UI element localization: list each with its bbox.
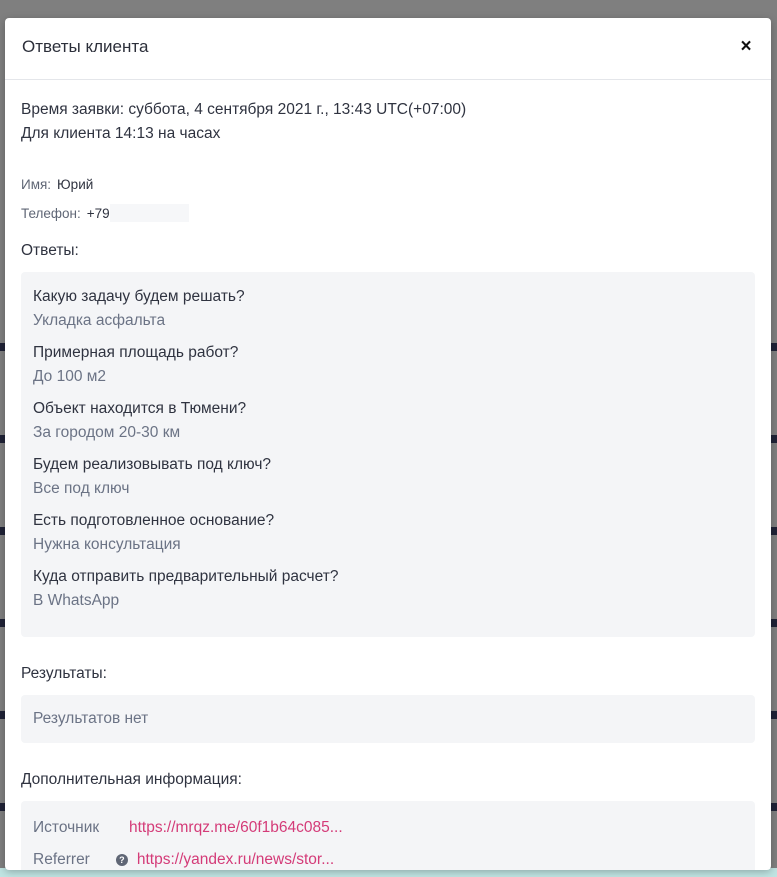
extra-info-panel: Источник https://mrqz.me/60f1b64c085... … [21,801,755,870]
answers-panel: Какую задачу будем решать? Укладка асфал… [21,272,755,637]
question-text: Какую задачу будем решать? [33,288,245,305]
help-circle-icon[interactable]: ? [115,854,128,866]
answer-text: В WhatsApp [33,592,120,609]
referrer-link[interactable]: https://yandex.ru/news/stor... [137,851,334,869]
modal-header: Ответы клиента × [5,18,771,80]
phone-label: Телефон: [21,206,81,221]
answers-title: Ответы: [21,242,79,259]
answer-item: Есть подготовленное основание? Нужна кон… [33,509,743,557]
name-value: Юрий [57,177,94,192]
answer-text: Нужна консультация [33,536,181,553]
question-text: Будем реализовывать под ключ? [33,456,272,473]
client-local-time: Для клиента 14:13 на часах [21,125,221,142]
phone-hidden-part [109,204,189,223]
question-text: Есть подготовленное основание? [33,512,275,529]
background-decoration [771,803,777,811]
extra-info-title: Дополнительная информация: [21,771,242,788]
background-decoration [771,527,777,535]
answer-text: Все под ключ [33,480,130,497]
modal-body: Время заявки: суббота, 4 сентября 2021 г… [5,80,771,870]
request-time: Время заявки: суббота, 4 сентября 2021 г… [21,101,467,118]
referrer-row: Referrer ? https://yandex.ru/news/stor..… [33,844,743,870]
source-label: Источник [33,819,100,836]
answer-item: Примерная площадь работ? До 100 м2 [33,341,743,389]
question-text: Примерная площадь работ? [33,344,239,361]
source-row: Источник https://mrqz.me/60f1b64c085... [33,812,743,844]
contact-name-row: Имя: Юрий [21,170,755,199]
question-text: Куда отправить предварительный расчет? [33,568,339,585]
referrer-label: Referrer [33,851,90,868]
answer-text: За городом 20-30 км [33,424,181,441]
background-decoration [771,619,777,627]
source-link[interactable]: https://mrqz.me/60f1b64c085... [129,819,343,837]
background-decoration [771,343,777,351]
answer-item: Объект находится в Тюмени? За городом 20… [33,397,743,445]
question-text: Объект находится в Тюмени? [33,400,247,417]
name-label: Имя: [21,177,52,192]
phone-value: +79 [86,206,110,221]
answer-item: Будем реализовывать под ключ? Все под кл… [33,453,743,501]
results-empty-text: Результатов нет [33,710,149,727]
results-title: Результаты: [21,665,107,682]
answer-item: Какую задачу будем решать? Укладка асфал… [33,285,743,333]
results-panel: Результатов нет [21,695,755,743]
background-decoration [771,435,777,443]
contact-phone-row: Телефон: +79 [21,199,755,228]
answer-text: Укладка асфальта [33,312,166,329]
close-button[interactable]: × [737,37,755,56]
background-decoration [771,711,777,719]
contact-info: Имя: Юрий Телефон: +79 [21,170,755,228]
modal-title: Ответы клиента [22,37,149,56]
answer-text: До 100 м2 [33,368,107,385]
answer-item: Куда отправить предварительный расчет? В… [33,565,743,613]
client-answers-modal: Ответы клиента × Время заявки: суббота, … [5,18,771,870]
